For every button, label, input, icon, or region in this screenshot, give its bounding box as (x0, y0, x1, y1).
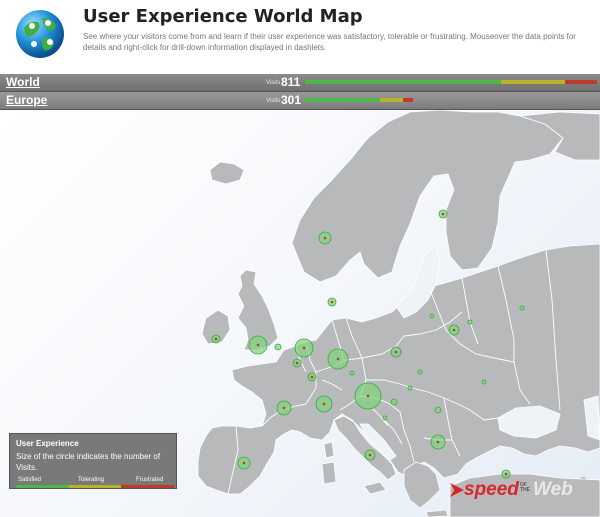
page-description: See where your visitors come from and le… (83, 32, 576, 52)
data-point-center (436, 440, 440, 444)
bar-tolerating (379, 98, 404, 102)
legend-satisfied-label: Satisfied (18, 477, 42, 483)
legend-description: Size of the circle indicates the number … (16, 452, 161, 472)
data-point-center (302, 346, 306, 350)
data-point-bubble[interactable] (417, 369, 423, 375)
data-point-bubble[interactable] (467, 319, 473, 325)
data-point-bubble[interactable] (382, 415, 388, 421)
bar-satisfied (305, 98, 380, 102)
data-point-center (323, 236, 327, 240)
data-point-center (322, 402, 326, 406)
data-point-bubble[interactable] (407, 385, 413, 391)
logo-web: Web (533, 479, 573, 500)
logo-arrow-icon (450, 483, 464, 497)
bar-frustrated (564, 80, 597, 84)
visits-count: 811 (281, 75, 301, 89)
europe-link[interactable]: Europe (6, 93, 47, 107)
land-masses (197, 110, 600, 517)
visits-count: 301 (281, 93, 302, 107)
logo-trademark: ™ (580, 477, 586, 483)
bar-frustrated (403, 98, 413, 102)
legend-panel: User Experience Size of the circle indic… (9, 433, 177, 489)
nav-row-world: World Visits 811 (0, 74, 600, 92)
experience-bar-world (305, 80, 597, 84)
data-point-center (282, 406, 286, 410)
globe-icon (16, 10, 64, 58)
legend-bar-tolerating (68, 485, 122, 488)
bar-satisfied (305, 80, 501, 84)
legend-bar-satisfied (16, 485, 69, 488)
visits-label: Visits (266, 80, 281, 86)
data-point-center (368, 453, 372, 457)
logo-the: THE (520, 487, 530, 493)
nav-row-europe: Europe Visits 301 (0, 92, 600, 110)
legend-frustrated-label: Frustrated (136, 477, 164, 483)
data-point-center (214, 337, 218, 341)
data-point-bubble[interactable] (429, 313, 435, 319)
data-point-bubble[interactable] (519, 305, 525, 311)
logo-speed: speed (464, 479, 519, 500)
data-point-bubble[interactable] (349, 370, 355, 376)
page-title: User Experience World Map (83, 6, 363, 27)
world-link[interactable]: World (6, 75, 40, 89)
data-point-center (310, 375, 314, 379)
data-point-center (295, 361, 299, 365)
page-header: User Experience World Map See where your… (0, 0, 600, 72)
data-point-center (504, 472, 508, 476)
logo-of-the: OF THE (520, 483, 530, 493)
data-point-center (242, 461, 246, 465)
data-point-center (441, 212, 445, 216)
legend-tolerating-label: Tolerating (78, 477, 105, 483)
legend-color-bar (16, 485, 175, 488)
data-point-bubble[interactable] (434, 406, 442, 414)
data-point-bubble[interactable] (390, 398, 398, 406)
data-point-center (394, 350, 398, 354)
data-point-center (366, 394, 370, 398)
data-point-center (330, 300, 334, 304)
data-point-bubble[interactable] (481, 379, 487, 385)
legend-bar-frustrated (121, 485, 175, 488)
data-point-center (452, 328, 456, 332)
data-point-center (256, 343, 260, 347)
data-point-bubble[interactable] (274, 343, 282, 351)
speed-of-the-web-logo[interactable]: speed OF THE Web ™ (450, 477, 590, 503)
bar-tolerating (500, 80, 565, 84)
data-point-center (336, 357, 340, 361)
visits-label: Visits (266, 98, 281, 104)
experience-bar-europe (305, 98, 413, 102)
legend-title: User Experience (16, 439, 79, 448)
